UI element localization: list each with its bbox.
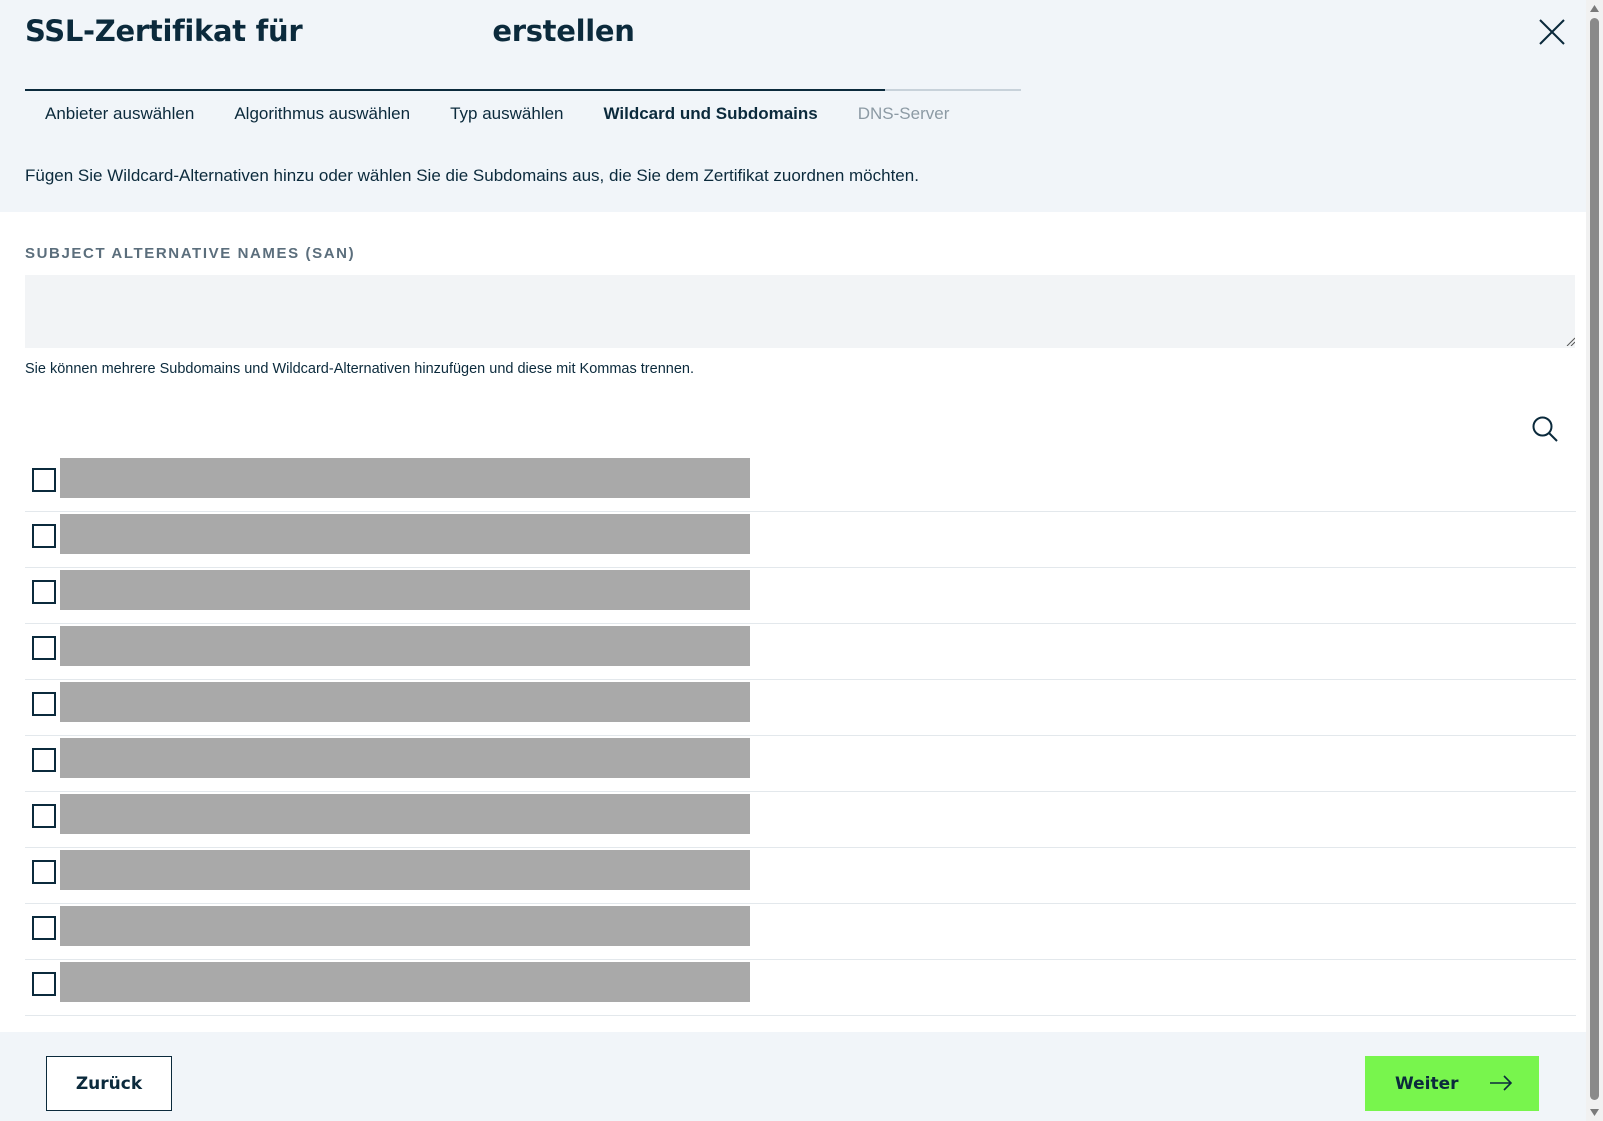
close-button[interactable] xyxy=(1536,16,1568,48)
subdomain-checkbox[interactable] xyxy=(32,580,56,604)
scroll-up-arrow-icon[interactable] xyxy=(1589,3,1600,14)
stepper-progress-bar xyxy=(25,89,885,91)
san-input[interactable] xyxy=(25,275,1575,348)
subdomain-row xyxy=(25,736,1576,792)
step-typ[interactable]: Typ auswählen xyxy=(430,91,583,131)
subdomain-checkbox[interactable] xyxy=(32,748,56,772)
back-button[interactable]: Zurück xyxy=(46,1056,172,1111)
subdomain-name-redacted xyxy=(60,682,750,722)
subdomain-checkbox[interactable] xyxy=(32,860,56,884)
scrollbar-thumb[interactable] xyxy=(1590,18,1599,1100)
subdomain-checkbox[interactable] xyxy=(32,804,56,828)
search-icon xyxy=(1532,416,1558,442)
arrow-right-icon xyxy=(1490,1075,1513,1091)
subdomain-row xyxy=(25,960,1576,1016)
next-button[interactable]: Weiter xyxy=(1365,1056,1539,1111)
modal-title: SSL-Zertifikat für erstellen xyxy=(25,14,635,48)
subdomain-checkbox[interactable] xyxy=(32,636,56,660)
subdomain-name-redacted xyxy=(60,850,750,890)
wizard-stepper: Anbieter auswählen Algorithmus auswählen… xyxy=(25,89,1021,131)
step-wildcard-subdomains[interactable]: Wildcard und Subdomains xyxy=(584,91,838,131)
subdomain-list xyxy=(25,456,1576,1016)
modal-header: SSL-Zertifikat für erstellen Anbieter au… xyxy=(0,0,1586,212)
subdomain-checkbox[interactable] xyxy=(32,916,56,940)
san-hint: Sie können mehrere Subdomains und Wildca… xyxy=(25,361,694,377)
san-label: SUBJECT ALTERNATIVE NAMES (SAN) xyxy=(25,245,356,262)
subdomain-name-redacted xyxy=(60,906,750,946)
resize-grip-icon[interactable] xyxy=(1565,336,1575,346)
subdomain-row xyxy=(25,512,1576,568)
step-anbieter[interactable]: Anbieter auswählen xyxy=(25,91,214,131)
subdomain-name-redacted xyxy=(60,570,750,610)
title-suffix: erstellen xyxy=(492,14,635,48)
subdomain-row xyxy=(25,904,1576,960)
search-button[interactable] xyxy=(1530,414,1560,444)
subdomain-name-redacted xyxy=(60,626,750,666)
subdomain-name-redacted xyxy=(60,962,750,1002)
subdomain-checkbox[interactable] xyxy=(32,692,56,716)
subdomain-name-redacted xyxy=(60,458,750,498)
modal-footer: Zurück Weiter xyxy=(0,1032,1586,1121)
subdomain-checkbox[interactable] xyxy=(32,972,56,996)
subdomain-checkbox[interactable] xyxy=(32,524,56,548)
step-algorithmus[interactable]: Algorithmus auswählen xyxy=(214,91,430,131)
subdomain-row xyxy=(25,456,1576,512)
ssl-certificate-modal: SSL-Zertifikat für erstellen Anbieter au… xyxy=(0,0,1603,1121)
title-domain-redacted xyxy=(310,16,488,46)
title-prefix: SSL-Zertifikat für xyxy=(25,14,303,48)
subdomain-row xyxy=(25,792,1576,848)
step-dns-server: DNS-Server xyxy=(857,104,950,123)
subdomain-name-redacted xyxy=(60,794,750,834)
vertical-scrollbar[interactable] xyxy=(1586,0,1603,1121)
subdomain-name-redacted xyxy=(60,514,750,554)
next-button-label: Weiter xyxy=(1395,1073,1459,1094)
scroll-down-arrow-icon[interactable] xyxy=(1589,1107,1600,1118)
subdomain-name-redacted xyxy=(60,738,750,778)
subdomain-checkbox[interactable] xyxy=(32,468,56,492)
subdomain-row xyxy=(25,568,1576,624)
subdomain-row xyxy=(25,680,1576,736)
subdomain-row xyxy=(25,624,1576,680)
close-icon xyxy=(1539,19,1565,45)
modal-content: SUBJECT ALTERNATIVE NAMES (SAN) Sie könn… xyxy=(0,212,1586,1032)
intro-text: Fügen Sie Wildcard-Alternativen hinzu od… xyxy=(25,166,919,185)
subdomain-row xyxy=(25,848,1576,904)
